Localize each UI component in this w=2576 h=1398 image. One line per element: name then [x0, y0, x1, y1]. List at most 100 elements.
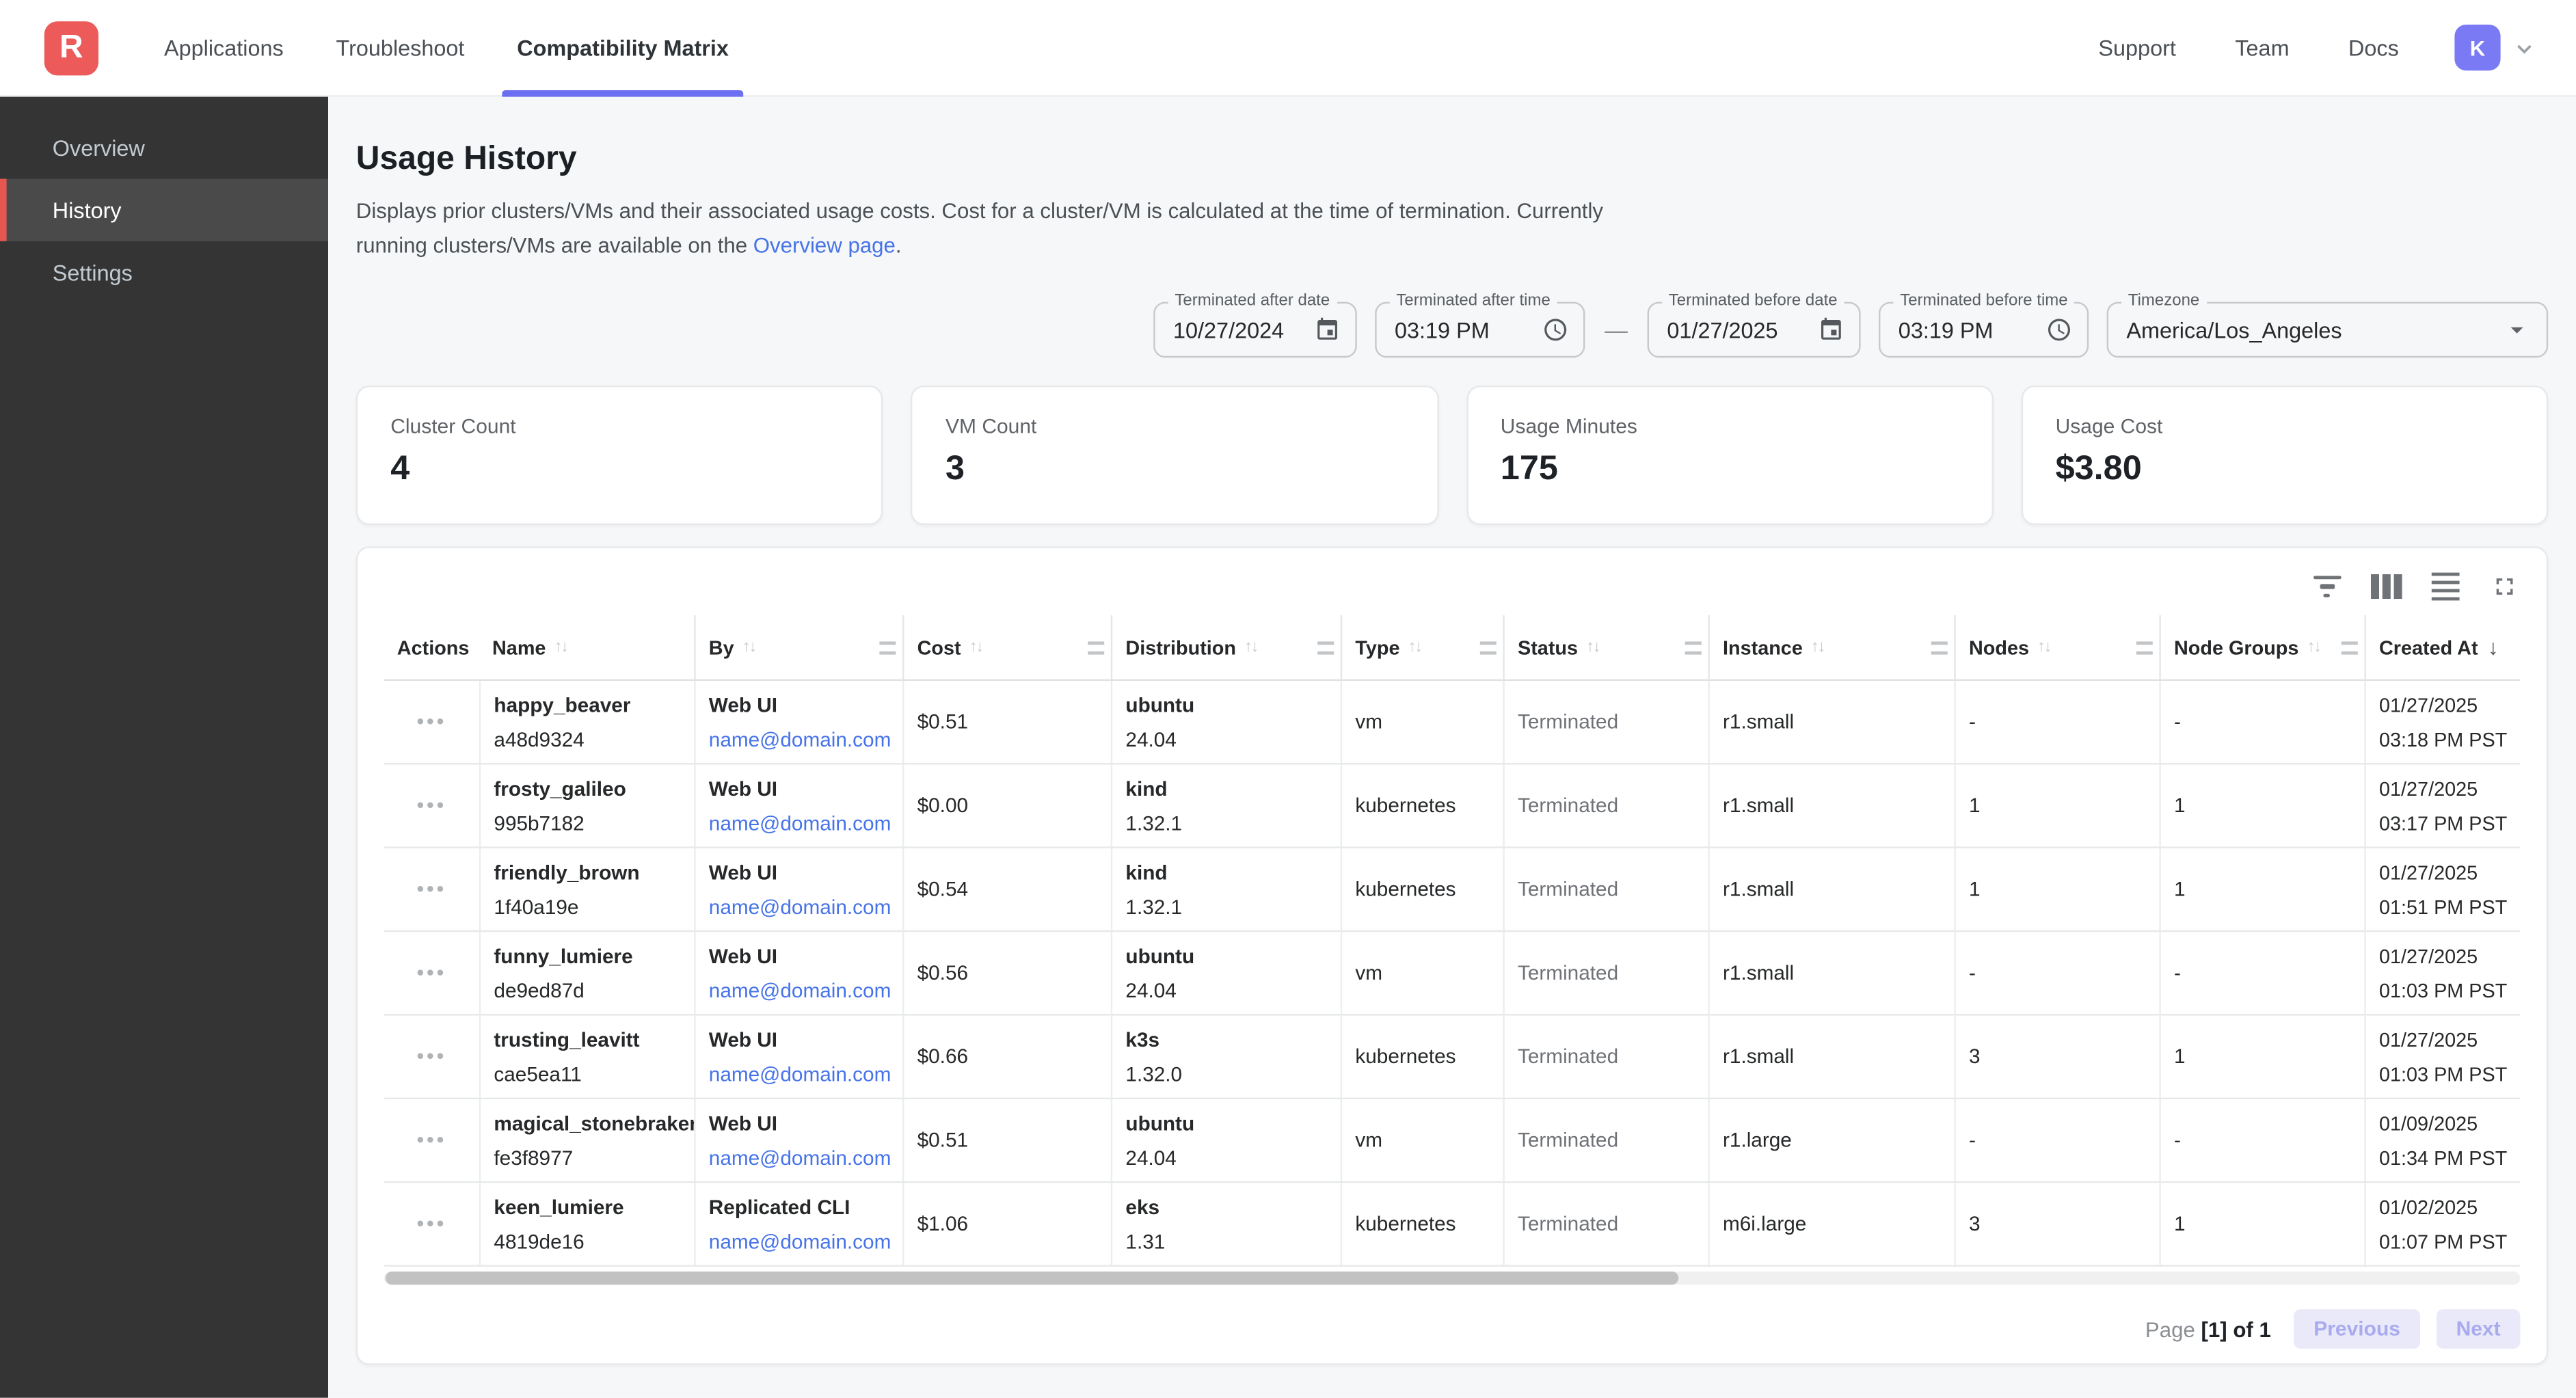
instance-cell: r1.large	[1708, 1099, 1954, 1181]
row-actions-button[interactable]: •••	[384, 681, 479, 763]
email-link[interactable]: name@domain.com	[709, 895, 889, 918]
email-link[interactable]: name@domain.com	[709, 979, 889, 1002]
terminated-after-date-field[interactable]: Terminated after date 10/27/2024	[1153, 302, 1357, 358]
next-button[interactable]: Next	[2437, 1309, 2521, 1349]
sidebar-item-settings[interactable]: Settings	[0, 241, 328, 304]
tab-applications[interactable]: Applications	[138, 0, 310, 96]
column-header-type[interactable]: Type↑↓	[1341, 615, 1503, 680]
horizontal-scrollbar[interactable]	[384, 1272, 2521, 1285]
stat-label: VM Count	[945, 415, 1404, 438]
sort-desc-icon[interactable]: ↓	[2488, 635, 2499, 660]
status-cell: Terminated	[1503, 1099, 1708, 1181]
column-menu-icon[interactable]	[879, 641, 896, 654]
terminated-after-time-field[interactable]: Terminated after time 03:19 PM	[1375, 302, 1585, 358]
row-actions-button[interactable]: •••	[384, 1016, 479, 1098]
column-menu-icon[interactable]	[2136, 641, 2153, 654]
tab-compatibility-matrix[interactable]: Compatibility Matrix	[491, 0, 755, 96]
docs-link[interactable]: Docs	[2348, 36, 2399, 60]
distribution-cell: ubuntu24.04	[1111, 1099, 1341, 1181]
column-header-created-at[interactable]: Created At↓	[2364, 615, 2520, 680]
sort-icon[interactable]: ↑↓	[1586, 638, 1599, 656]
calendar-icon[interactable]	[1805, 317, 1844, 342]
column-header-nodes[interactable]: Nodes↑↓	[1954, 615, 2159, 680]
replicated-logo[interactable]: R	[44, 21, 98, 75]
email-link[interactable]: name@domain.com	[709, 728, 889, 751]
email-link[interactable]: name@domain.com	[709, 811, 889, 835]
cluster-id: a48d9324	[494, 728, 681, 751]
column-header-name[interactable]: Name↑↓	[479, 615, 694, 680]
row-actions-button[interactable]: •••	[384, 1183, 479, 1265]
columns-icon[interactable]	[2370, 570, 2402, 603]
email-link[interactable]: name@domain.com	[709, 1062, 889, 1086]
sort-icon[interactable]: ↑↓	[554, 638, 567, 656]
timezone-label: Timezone	[2121, 292, 2206, 310]
sidebar-item-overview[interactable]: Overview	[0, 116, 328, 178]
column-header-cost[interactable]: Cost↑↓	[902, 615, 1111, 680]
sort-icon[interactable]: ↑↓	[2307, 638, 2320, 656]
cost-cell: $0.51	[902, 1099, 1111, 1181]
stat-cards: Cluster Count 4 VM Count 3 Usage Minutes…	[356, 386, 2548, 525]
row-actions-button[interactable]: •••	[384, 932, 479, 1014]
column-header-actions: Actions	[384, 615, 479, 680]
clock-icon[interactable]	[2033, 317, 2073, 342]
ellipsis-icon: •••	[416, 885, 446, 894]
stat-label: Cluster Count	[390, 415, 848, 438]
by-source: Web UI	[709, 861, 889, 884]
page-indicator: Page [1] of 1	[2145, 1317, 2271, 1341]
terminated-before-date-field[interactable]: Terminated before date 01/27/2025	[1648, 302, 1861, 358]
sort-icon[interactable]: ↑↓	[1811, 638, 1824, 656]
status-cell: Terminated	[1503, 932, 1708, 1014]
sort-icon[interactable]: ↑↓	[969, 638, 982, 656]
row-actions-button[interactable]: •••	[384, 1099, 479, 1181]
clock-icon[interactable]	[1529, 317, 1569, 342]
chevron-down-icon[interactable]	[2512, 36, 2536, 60]
column-header-status[interactable]: Status↑↓	[1503, 615, 1708, 680]
description-period: .	[896, 233, 902, 258]
column-menu-icon[interactable]	[2342, 641, 2358, 654]
terminated-before-date-label: Terminated before date	[1662, 292, 1844, 310]
column-header-distribution[interactable]: Distribution↑↓	[1111, 615, 1341, 680]
previous-button[interactable]: Previous	[2294, 1309, 2419, 1349]
column-header-by[interactable]: By↑↓	[694, 615, 902, 680]
timezone-select[interactable]: Timezone America/Los_Angeles	[2107, 302, 2549, 358]
team-link[interactable]: Team	[2235, 36, 2289, 60]
row-actions-button[interactable]: •••	[384, 848, 479, 930]
column-header-node-groups[interactable]: Node Groups↑↓	[2159, 615, 2364, 680]
overview-page-link[interactable]: Overview page	[753, 233, 896, 258]
column-menu-icon[interactable]	[1931, 641, 1948, 654]
column-menu-icon[interactable]	[1685, 641, 1702, 654]
sidebar-item-history[interactable]: History	[0, 179, 328, 241]
column-menu-icon[interactable]	[1317, 641, 1334, 654]
node-groups-cell: 1	[2159, 765, 2364, 847]
terminated-before-time-field[interactable]: Terminated before time 03:19 PM	[1879, 302, 2089, 358]
cluster-name: funny_lumiere	[494, 944, 681, 967]
tab-troubleshoot[interactable]: Troubleshoot	[310, 0, 491, 96]
top-nav: R Applications Troubleshoot Compatibilit…	[0, 0, 2576, 97]
dropdown-arrow-icon[interactable]	[2489, 315, 2532, 345]
sort-icon[interactable]: ↑↓	[2037, 638, 2050, 656]
ellipsis-icon: •••	[416, 1052, 446, 1062]
stat-value: 4	[390, 450, 848, 489]
terminated-after-time-label: Terminated after time	[1390, 292, 1557, 310]
column-menu-icon[interactable]	[1088, 641, 1104, 654]
filters-bar: Terminated after date 10/27/2024 Termina…	[356, 302, 2548, 358]
sort-icon[interactable]: ↑↓	[1244, 638, 1257, 656]
column-menu-icon[interactable]	[1480, 641, 1497, 654]
fullscreen-icon[interactable]	[2487, 570, 2520, 603]
density-icon[interactable]	[2428, 570, 2461, 603]
email-link[interactable]: name@domain.com	[709, 1230, 889, 1253]
email-link[interactable]: name@domain.com	[709, 1146, 889, 1170]
calendar-icon[interactable]	[1301, 317, 1341, 342]
type-cell: vm	[1341, 1099, 1503, 1181]
status-cell: Terminated	[1503, 1016, 1708, 1098]
distribution-cell: kind1.32.1	[1111, 765, 1341, 847]
avatar[interactable]: K	[2454, 25, 2500, 70]
column-header-instance[interactable]: Instance↑↓	[1708, 615, 1954, 680]
sort-icon[interactable]: ↑↓	[1408, 638, 1421, 656]
scrollbar-thumb[interactable]	[386, 1272, 1678, 1285]
filter-icon[interactable]	[2310, 570, 2343, 603]
sort-icon[interactable]: ↑↓	[742, 638, 755, 656]
support-link[interactable]: Support	[2098, 36, 2176, 60]
row-actions-button[interactable]: •••	[384, 765, 479, 847]
instance-cell: r1.small	[1708, 765, 1954, 847]
